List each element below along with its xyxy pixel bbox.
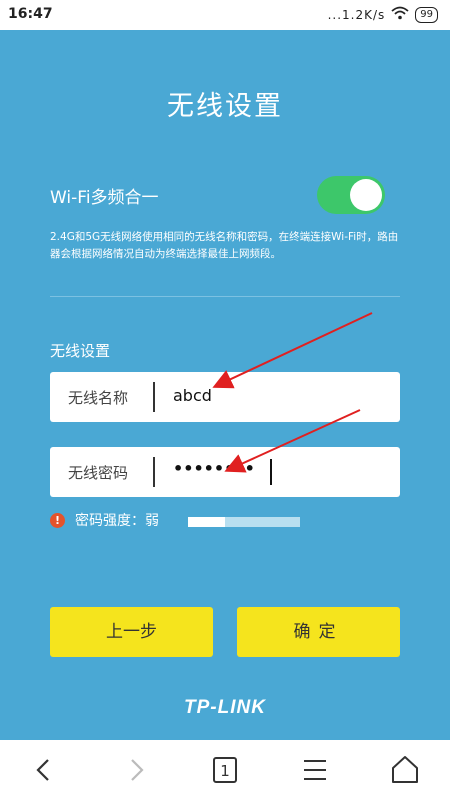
strength-label: 密码强度：弱 (75, 513, 159, 529)
toggle-knob (350, 179, 382, 211)
multiband-label: Wi-Fi多频合一 (50, 188, 159, 208)
battery-icon: 99 (415, 6, 438, 23)
wifi-name-input[interactable]: abcd (173, 386, 212, 405)
page-title: 无线设置 (167, 91, 283, 122)
status-indicators: ...1.2K/s 99 (328, 6, 438, 23)
wifi-name-field[interactable]: 无线名称 abcd (50, 372, 400, 422)
network-speed: ...1.2K/s (327, 7, 386, 22)
section-title: 无线设置 (50, 342, 111, 360)
wifi-password-label: 无线密码 (68, 464, 129, 482)
browser-nav-bar: 1 (0, 740, 450, 800)
tab-count: 1 (220, 762, 230, 780)
multiband-description: 2.4G和5G无线网络使用相同的无线名称和密码，在终端连接Wi-Fi时，路由器会… (50, 231, 399, 260)
strength-bar (188, 517, 300, 527)
menu-icon[interactable] (295, 752, 335, 788)
field-separator (153, 382, 155, 412)
status-bar: 16:47 ...1.2K/s 99 (0, 0, 450, 30)
forward-icon[interactable] (116, 752, 156, 788)
prev-step-button[interactable]: 上一步 (50, 607, 213, 657)
tabs-icon[interactable]: 1 (205, 752, 245, 788)
section-divider (50, 296, 400, 297)
warning-icon: ! (50, 512, 65, 528)
wifi-password-field[interactable]: 无线密码 •••••••• (50, 447, 400, 497)
field-separator (153, 457, 155, 487)
password-strength: ! 密码强度：弱 (50, 510, 300, 530)
tp-link-logo: TP-LINK (184, 697, 266, 718)
back-icon[interactable] (24, 752, 64, 788)
wifi-name-label: 无线名称 (68, 389, 129, 407)
multiband-toggle[interactable] (317, 176, 385, 214)
home-icon[interactable] (385, 752, 425, 788)
wifi-password-input[interactable]: •••••••• (173, 459, 255, 478)
text-caret (270, 459, 272, 485)
confirm-button[interactable]: 确定 (237, 607, 400, 657)
strength-bar-fill (188, 517, 225, 527)
status-time: 16:47 (8, 6, 53, 22)
wifi-icon (391, 6, 409, 23)
